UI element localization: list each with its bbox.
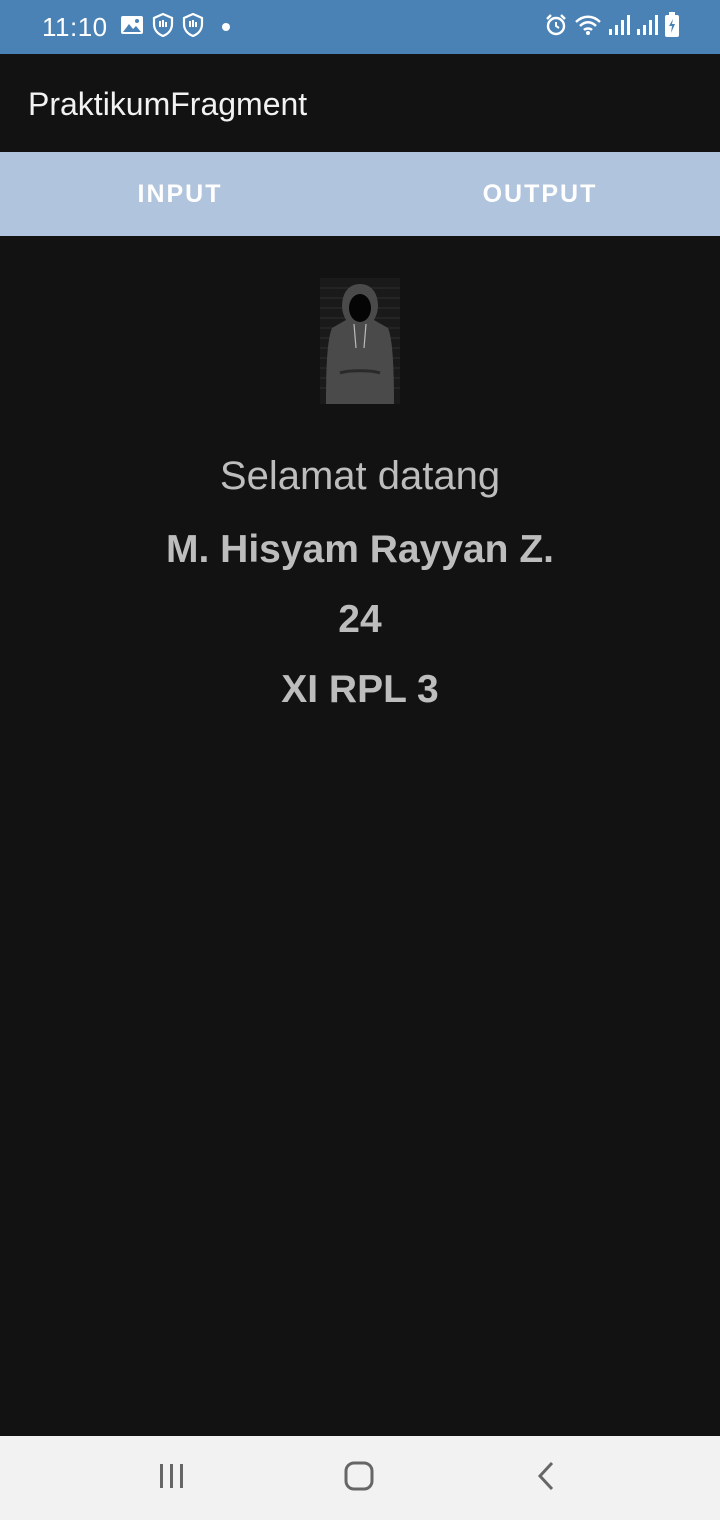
welcome-text: Selamat datang (219, 454, 501, 498)
status-time: 11:10 (42, 12, 108, 42)
back-icon (536, 1460, 556, 1497)
gallery-icon (120, 14, 144, 41)
tab-output[interactable]: OUTPUT (360, 152, 720, 236)
nav-bar (0, 1436, 720, 1520)
status-bar: 11:10 (0, 0, 720, 54)
wifi-icon (574, 14, 602, 41)
status-right-icons (544, 11, 680, 43)
recents-button[interactable] (142, 1458, 202, 1498)
home-button[interactable] (329, 1458, 389, 1498)
app-title: PraktikumFragment (28, 86, 308, 122)
shield-hand-icon (152, 12, 174, 42)
alarm-icon (544, 13, 568, 42)
shield-hand-icon (182, 12, 204, 42)
home-icon (343, 1460, 375, 1497)
signal-icon (608, 14, 630, 41)
tab-bar: INPUT OUTPUT (0, 152, 720, 236)
signal-icon (636, 14, 658, 41)
profile-image (320, 278, 400, 404)
app-bar: PraktikumFragment (0, 54, 720, 152)
output-fragment: Selamat datang M. Hisyam Rayyan Z. 24 XI… (0, 236, 720, 1436)
tab-input[interactable]: INPUT (0, 152, 360, 236)
age-text: 24 (338, 598, 382, 641)
class-text: XI RPL 3 (281, 668, 439, 711)
battery-charging-icon (664, 11, 680, 43)
name-text: M. Hisyam Rayyan Z. (166, 528, 554, 571)
recents-icon (158, 1462, 186, 1495)
status-left-icons (120, 12, 230, 42)
notification-dot-icon (222, 23, 230, 31)
back-button[interactable] (516, 1458, 576, 1498)
